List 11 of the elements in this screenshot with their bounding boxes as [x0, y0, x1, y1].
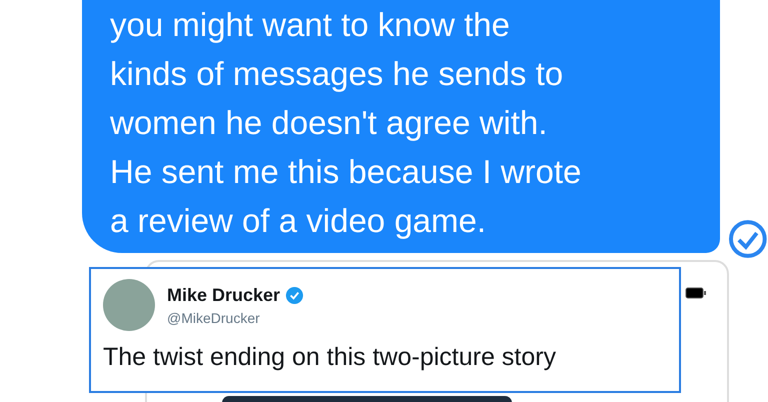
message-line: He sent me this because I wrote	[110, 152, 582, 192]
battery-icon	[685, 287, 707, 299]
message-line: women he doesn't agree with.	[110, 103, 548, 143]
user-handle: @MikeDrucker	[167, 310, 261, 326]
check-circle-icon	[728, 219, 768, 259]
message-line: kinds of messages he sends to	[110, 54, 564, 94]
avatar-placeholder	[103, 279, 155, 331]
message-line: a review of a video game.	[110, 201, 488, 241]
message-line: you might want to know the	[110, 5, 511, 45]
tweet-text: The twist ending on this two-picture story	[103, 343, 557, 372]
user-name: Mike Drucker	[167, 284, 280, 306]
